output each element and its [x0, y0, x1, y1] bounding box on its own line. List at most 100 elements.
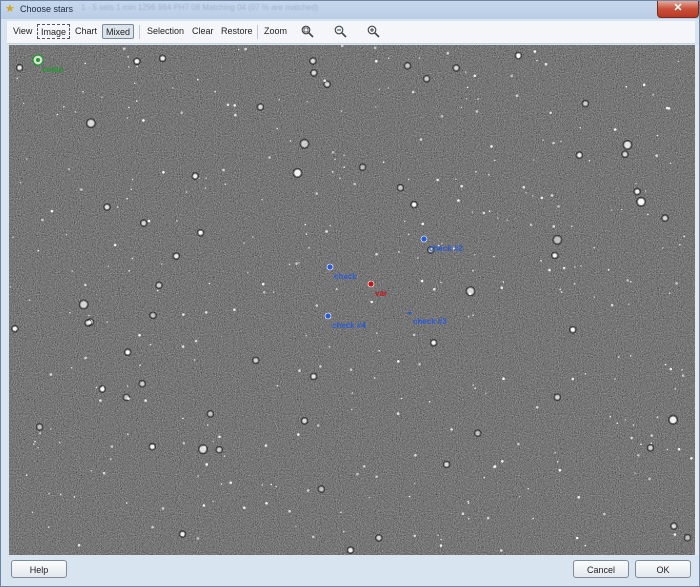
star — [196, 537, 200, 540]
star — [334, 158, 336, 161]
star — [136, 65, 138, 68]
star — [25, 474, 28, 477]
star — [573, 283, 576, 285]
star — [34, 440, 36, 443]
star — [437, 534, 440, 537]
star — [560, 291, 563, 293]
star — [635, 189, 640, 194]
zoom-out-icon[interactable] — [334, 25, 347, 38]
star — [652, 94, 654, 96]
star — [583, 101, 588, 106]
star — [674, 388, 677, 390]
cancel-button[interactable]: Cancel — [573, 560, 629, 578]
star — [127, 433, 129, 436]
vertical-scroll-edge[interactable] — [695, 45, 699, 555]
star — [650, 434, 653, 437]
star — [496, 217, 499, 219]
star — [668, 292, 671, 294]
image-button[interactable]: Image — [37, 24, 71, 39]
star — [467, 502, 470, 504]
star — [557, 205, 560, 208]
star — [126, 117, 129, 119]
star — [630, 436, 633, 440]
star — [316, 424, 320, 427]
star — [100, 387, 105, 392]
star — [421, 222, 425, 226]
star — [677, 60, 680, 63]
check-2-marker-label: check #2 — [429, 244, 463, 253]
star — [650, 442, 653, 445]
star — [549, 111, 552, 115]
choose-stars-window: ★ Choose stars 1 - 5 sets 1 min 1296 984… — [0, 0, 700, 587]
star — [125, 502, 128, 504]
star — [128, 270, 130, 272]
star-field-svg[interactable]: var check check #2 check #3 check #4 com… — [9, 45, 695, 555]
star-field-image[interactable]: var check check #2 check #3 check #4 com… — [9, 45, 695, 555]
star — [37, 249, 40, 252]
star — [229, 481, 232, 485]
star — [127, 397, 130, 400]
star — [656, 134, 659, 137]
ok-button[interactable]: OK — [635, 560, 691, 578]
star — [278, 98, 281, 101]
star — [637, 454, 640, 457]
star — [370, 300, 374, 304]
mixed-button[interactable]: Mixed — [102, 24, 135, 39]
star — [637, 198, 645, 205]
star — [288, 263, 291, 266]
star — [655, 154, 658, 157]
close-button[interactable]: ✕ — [657, 1, 699, 18]
star — [222, 168, 225, 172]
star — [182, 417, 184, 420]
star — [472, 269, 474, 272]
star — [39, 432, 41, 434]
star — [356, 472, 359, 476]
restore-button[interactable]: Restore — [218, 24, 256, 39]
star — [363, 465, 366, 468]
star — [610, 303, 614, 307]
star — [616, 422, 619, 425]
star — [675, 282, 678, 285]
star — [414, 482, 416, 485]
star — [247, 271, 249, 274]
star — [542, 139, 544, 141]
check-4-marker-label: check #4 — [332, 321, 366, 330]
background-window-title: 1 - 5 sets 1 min 1296 984 PH7 08 Matchin… — [81, 3, 319, 12]
star — [640, 443, 642, 446]
star — [475, 431, 480, 436]
star — [570, 225, 573, 228]
chart-button[interactable]: Chart — [72, 24, 100, 39]
zoom-in-icon[interactable] — [367, 25, 380, 38]
star — [234, 113, 237, 117]
star — [335, 288, 338, 290]
star — [552, 253, 557, 258]
star — [690, 457, 693, 460]
star — [261, 282, 265, 286]
star — [368, 496, 371, 499]
star — [647, 213, 649, 216]
star — [315, 304, 319, 307]
title-bar[interactable]: ★ Choose stars 1 - 5 sets 1 min 1296 984… — [1, 1, 699, 19]
star — [562, 266, 566, 270]
star — [306, 100, 308, 103]
star — [607, 269, 610, 271]
star — [407, 233, 410, 236]
star — [288, 509, 291, 513]
help-button[interactable]: Help — [11, 560, 67, 578]
star — [50, 428, 52, 430]
star — [555, 395, 560, 400]
star — [340, 511, 342, 513]
star — [625, 85, 628, 88]
star — [101, 96, 103, 99]
clear-button[interactable]: Clear — [189, 24, 217, 39]
star — [407, 178, 410, 181]
star — [515, 94, 519, 97]
star — [536, 59, 538, 62]
star — [412, 202, 417, 207]
star — [151, 525, 154, 529]
zoom-fit-icon[interactable] — [301, 25, 314, 38]
star — [80, 188, 83, 191]
star — [343, 530, 345, 533]
star — [460, 184, 464, 188]
star — [312, 535, 315, 539]
